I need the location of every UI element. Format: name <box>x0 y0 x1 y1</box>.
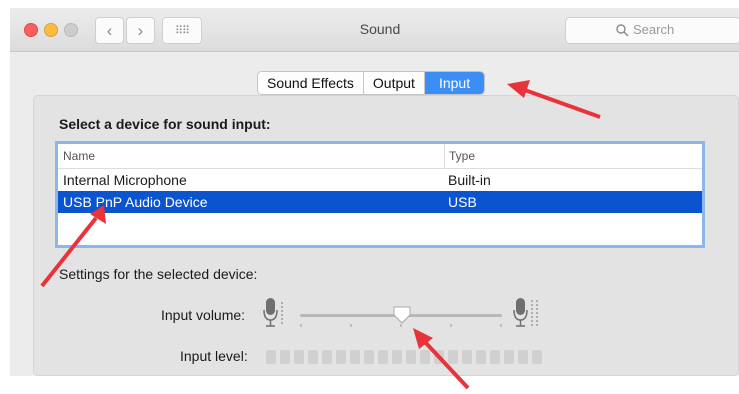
arrow-to-input-tab <box>521 87 601 119</box>
arrow-to-usb-device <box>40 216 98 288</box>
arrow-to-volume-knob <box>423 340 470 390</box>
annotation-arrows <box>40 80 601 390</box>
arrow-head <box>507 80 530 98</box>
